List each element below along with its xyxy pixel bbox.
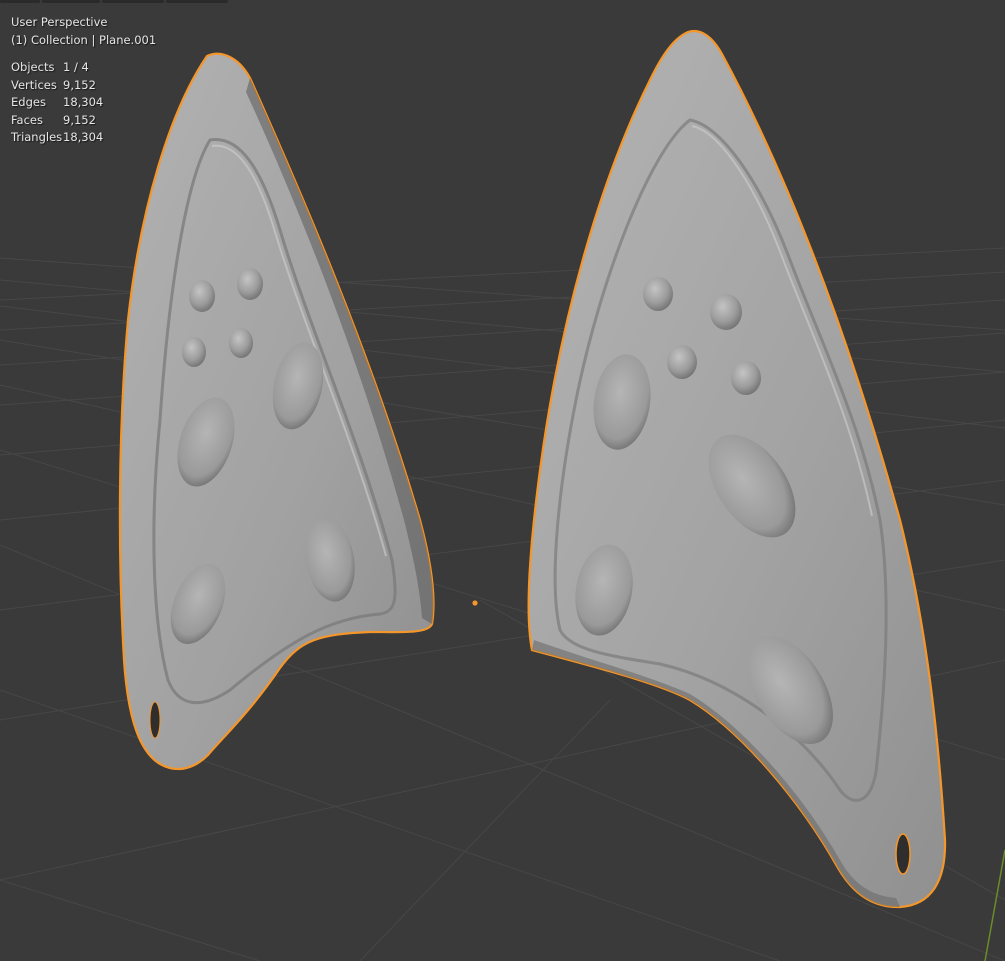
stats-label: Faces xyxy=(11,112,43,127)
right-ear-dimple xyxy=(667,345,697,379)
viewport-info-overlay: User Perspective (1) Collection | Plane.… xyxy=(11,14,156,147)
stats-row: Objects 1 / 4 xyxy=(11,59,103,77)
right-ear-dimple xyxy=(731,361,761,395)
stats-value: 18,304 xyxy=(63,130,104,145)
stats-row: Triangles 18,304 xyxy=(11,129,103,147)
stats-label: Edges xyxy=(11,95,46,110)
right-ear-hole xyxy=(895,833,911,875)
left-ear-mesh[interactable] xyxy=(118,52,435,771)
stats-row: Edges 18,304 xyxy=(11,94,103,112)
stats-value: 9,152 xyxy=(63,112,96,127)
left-ear-dimple xyxy=(189,280,215,312)
left-ear-hole xyxy=(149,701,161,739)
stats-row: Faces 9,152 xyxy=(11,112,103,130)
3d-viewport[interactable]: User Perspective (1) Collection | Plane.… xyxy=(0,0,1005,961)
stats-row: Vertices 9,152 xyxy=(11,77,103,95)
stats-label: Objects xyxy=(11,60,55,75)
stats-label: Vertices xyxy=(11,77,57,92)
stats-value: 1 / 4 xyxy=(63,60,89,75)
right-ear-dimple xyxy=(643,277,673,311)
stats-value: 9,152 xyxy=(63,77,96,92)
stats-value: 18,304 xyxy=(63,95,104,110)
perspective-label: User Perspective xyxy=(11,15,108,29)
right-ear-mesh[interactable] xyxy=(527,29,947,909)
statistics-table: Objects 1 / 4 Vertices 9,152 Edges 18,30… xyxy=(11,59,103,147)
left-ear-dimple xyxy=(237,268,263,300)
left-ear-dimple xyxy=(229,328,253,358)
object-origin-icon[interactable] xyxy=(472,600,478,606)
right-ear-dimple xyxy=(710,294,742,330)
left-ear-dimple xyxy=(182,337,206,367)
stats-label: Triangles xyxy=(11,130,63,145)
collection-label: (1) Collection | Plane.001 xyxy=(11,32,157,47)
